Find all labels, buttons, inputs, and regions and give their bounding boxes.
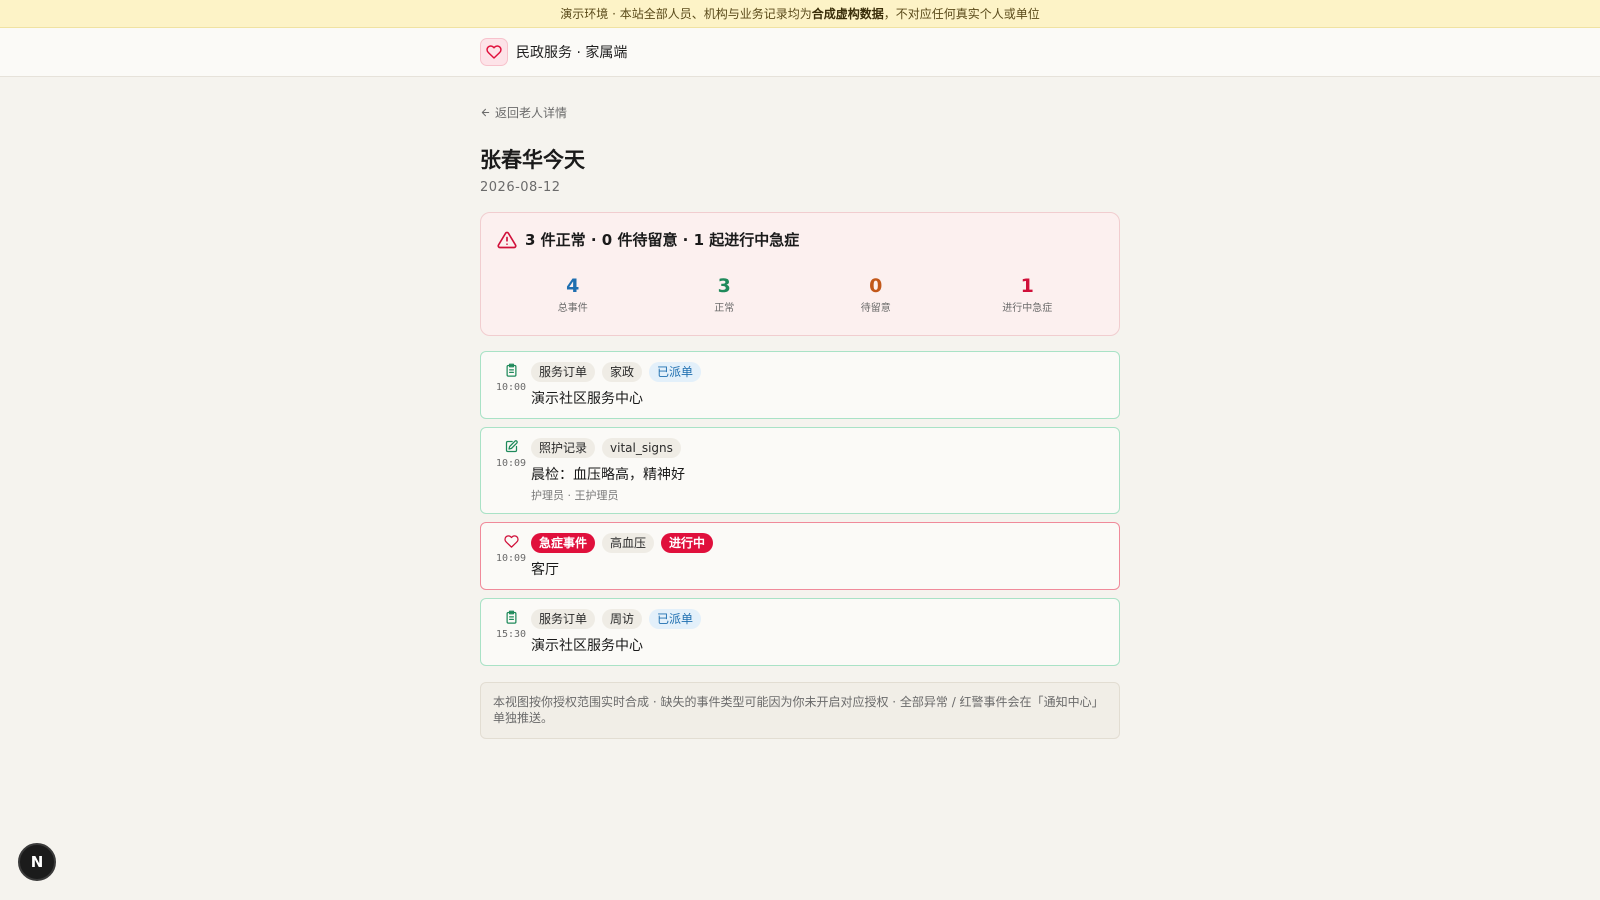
- top-bar: 民政服务 · 家属端: [0, 28, 1600, 77]
- event-type-tag: 服务订单: [531, 362, 596, 382]
- event-time: 15:30: [495, 629, 527, 640]
- main-content: 返回老人详情 张春华今天 2026-08-12 3 件正常 · 0 件待留意 ·…: [480, 77, 1120, 739]
- event-type-tag: 急症事件: [531, 533, 596, 553]
- event-card-service-order[interactable]: 15:30 服务订单 周访 已派单 演示社区服务中心: [480, 598, 1120, 666]
- event-title: 客厅: [531, 562, 559, 578]
- event-body: 服务订单 家政 已派单 演示社区服务中心: [531, 362, 1107, 408]
- brand-name: 民政服务 · 家属端: [516, 45, 628, 61]
- event-tags: 照护记录 vital_signs: [531, 438, 1107, 458]
- event-body: 照护记录 vital_signs 晨检：血压略高，精神好 护理员 · 王护理员: [531, 438, 1107, 503]
- page-title: 张春华今天: [480, 148, 585, 172]
- brand[interactable]: 民政服务 · 家属端: [480, 38, 627, 66]
- event-subtitle: 护理员 · 王护理员: [531, 489, 619, 502]
- banner-suffix: ，不对应任何真实个人或单位: [883, 7, 1040, 21]
- event-card-emergency[interactable]: 10:09 急症事件 高血压 进行中 客厅: [480, 522, 1120, 590]
- stat-label: 进行中急症: [1002, 303, 1053, 314]
- event-time: 10:09: [495, 553, 527, 564]
- event-card-service-order[interactable]: 10:00 服务订单 家政 已派单 演示社区服务中心: [480, 351, 1120, 419]
- event-category-tag: 高血压: [602, 533, 655, 553]
- event-side: 15:30: [491, 609, 531, 655]
- back-link[interactable]: 返回老人详情: [480, 104, 567, 121]
- back-link-label: 返回老人详情: [495, 106, 568, 120]
- stat-total: 4 总事件: [497, 276, 649, 314]
- event-time: 10:00: [495, 382, 527, 393]
- banner-prefix: 演示环境 · 本站全部人员、机构与业务记录均为: [560, 7, 812, 21]
- stats-row: 4 总事件 3 正常 0 待留意 1 进行中急症: [497, 276, 1103, 314]
- event-title: 晨检：血压略高，精神好: [531, 467, 685, 483]
- event-status-tag: 进行中: [661, 533, 714, 553]
- warning-icon: [497, 231, 517, 248]
- event-status-tag: 已派单: [649, 362, 702, 382]
- event-status-tag: 已派单: [649, 609, 702, 629]
- event-body: 急症事件 高血压 进行中 客厅: [531, 533, 1107, 579]
- event-tags: 急症事件 高血压 进行中: [531, 533, 1107, 553]
- event-list: 10:00 服务订单 家政 已派单 演示社区服务中心 10:09 照护记录 vi…: [480, 351, 1120, 666]
- event-type-tag: 照护记录: [531, 438, 596, 458]
- summary-headline: 3 件正常 · 0 件待留意 · 1 起进行中急症: [525, 231, 800, 249]
- event-side: 10:09: [491, 438, 531, 503]
- event-card-care-record[interactable]: 10:09 照护记录 vital_signs 晨检：血压略高，精神好 护理员 ·…: [480, 427, 1120, 514]
- event-time: 10:09: [495, 458, 527, 469]
- summary-card: 3 件正常 · 0 件待留意 · 1 起进行中急症 4 总事件 3 正常 0 待…: [480, 212, 1120, 336]
- stat-label: 正常: [714, 303, 735, 314]
- edit-note-icon: [505, 440, 518, 453]
- stat-value: 3: [717, 275, 731, 297]
- dev-tools-button[interactable]: N: [18, 843, 56, 881]
- heart-icon: [503, 535, 519, 548]
- event-category-tag: vital_signs: [602, 438, 681, 458]
- event-side: 10:00: [491, 362, 531, 408]
- banner-bold: 合成虚构数据: [811, 7, 884, 21]
- heart-icon: [480, 38, 508, 66]
- stat-attention: 0 待留意: [800, 276, 952, 314]
- stat-emergency: 1 进行中急症: [952, 276, 1104, 314]
- stat-value: 4: [566, 275, 580, 297]
- stat-value: 0: [869, 275, 883, 297]
- summary-headline-row: 3 件正常 · 0 件待留意 · 1 起进行中急症: [497, 229, 1103, 250]
- footer-note: 本视图按你授权范围实时合成 · 缺失的事件类型可能因为你未开启对应授权 · 全部…: [480, 682, 1120, 739]
- event-side: 10:09: [491, 533, 531, 579]
- stat-label: 待留意: [860, 303, 891, 314]
- event-type-tag: 服务订单: [531, 609, 596, 629]
- event-tags: 服务订单 家政 已派单: [531, 362, 1107, 382]
- event-category-tag: 家政: [602, 362, 643, 382]
- stat-value: 1: [1020, 275, 1034, 297]
- clipboard-icon: [506, 610, 516, 624]
- event-title: 演示社区服务中心: [531, 638, 643, 654]
- event-category-tag: 周访: [602, 609, 643, 629]
- clipboard-icon: [506, 363, 516, 377]
- stat-label: 总事件: [557, 303, 588, 314]
- event-title: 演示社区服务中心: [531, 391, 643, 407]
- arrow-left-icon: [481, 108, 490, 117]
- demo-banner: 演示环境 · 本站全部人员、机构与业务记录均为 合成虚构数据 ，不对应任何真实个人或…: [0, 0, 1600, 28]
- stat-normal: 3 正常: [649, 276, 801, 314]
- event-tags: 服务订单 周访 已派单: [531, 609, 1107, 629]
- event-body: 服务订单 周访 已派单 演示社区服务中心: [531, 609, 1107, 655]
- page-date: 2026-08-12: [480, 180, 561, 195]
